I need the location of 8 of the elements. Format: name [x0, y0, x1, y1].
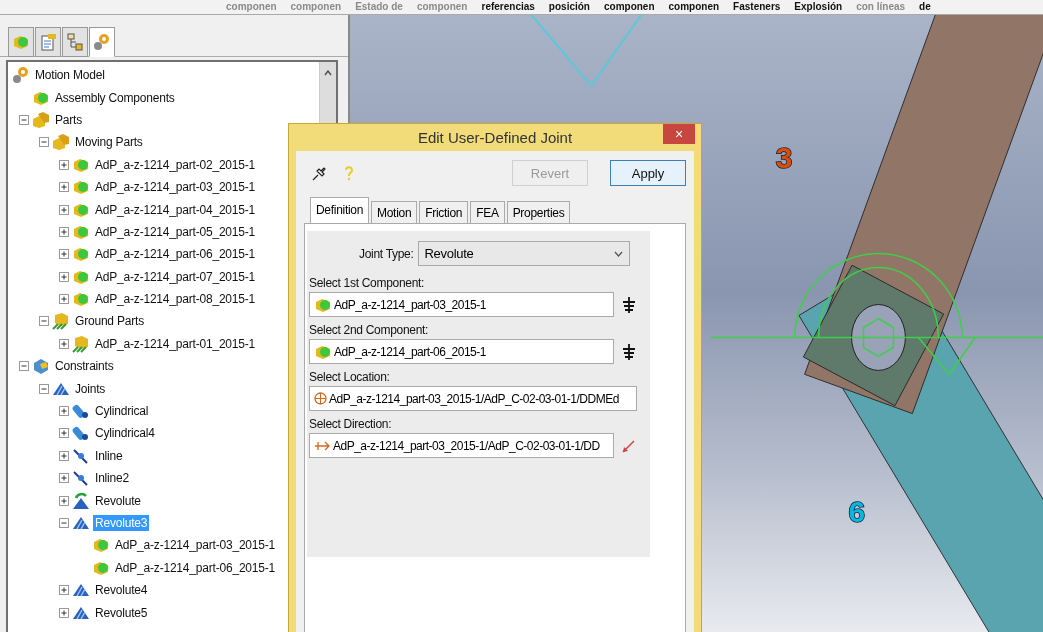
dialog-title: Edit User-Defined Joint — [417, 129, 573, 146]
field-label: Select Direction: — [309, 417, 393, 431]
field-label: Select Location: — [309, 370, 391, 384]
field-label: Joint Type: — [359, 246, 414, 261]
field-label: Select 1st Component: — [309, 276, 426, 290]
part-number-label: 3 — [775, 140, 793, 174]
field-label: Select 2nd Component: — [309, 323, 430, 337]
part-number-label: 6 — [848, 495, 866, 529]
